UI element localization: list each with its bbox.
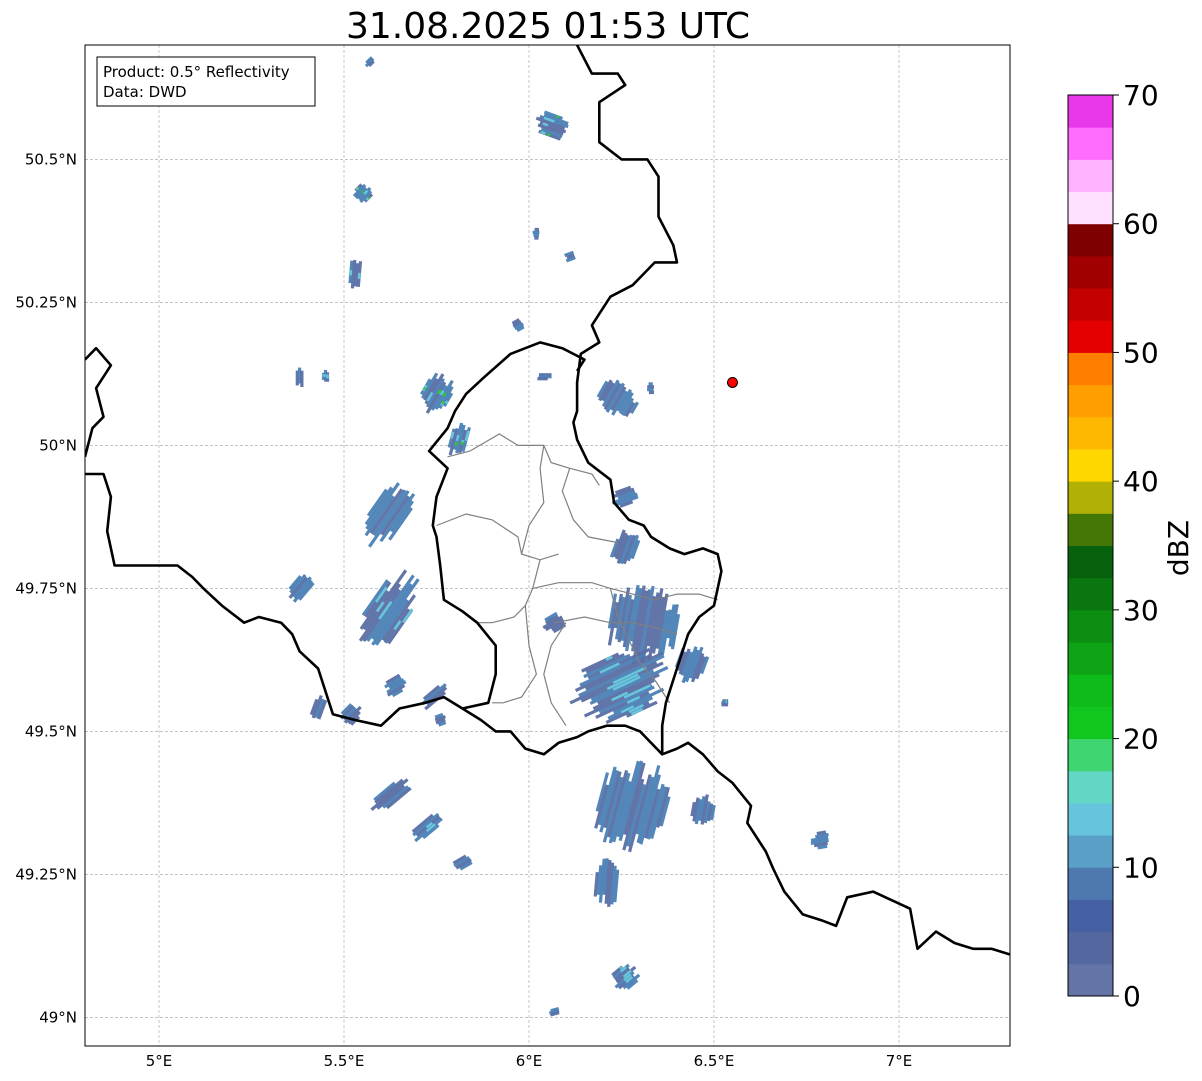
colorbar-tick-label: 70 (1123, 79, 1159, 112)
info-product: Product: 0.5° Reflectivity (103, 63, 290, 81)
colorbar: 0 10 20 30 40 50 60 70 dBZ (1067, 79, 1195, 1013)
colorbar-bin (1068, 738, 1113, 772)
map-title: 31.08.2025 01:53 UTC (346, 6, 750, 47)
colorbar-tick-label: 0 (1123, 980, 1141, 1013)
colorbar-bin (1068, 159, 1113, 193)
colorbar-bin (1068, 577, 1113, 611)
colorbar-bin (1068, 448, 1113, 482)
colorbar-bin (1068, 127, 1113, 160)
lat-tick-label: 49°N (39, 1008, 77, 1026)
colorbar-tick-label: 40 (1123, 465, 1159, 498)
colorbar-bin (1068, 481, 1113, 514)
colorbar-bin (1068, 223, 1113, 257)
info-data-source: Data: DWD (103, 83, 187, 101)
lat-tick-label: 49.5°N (25, 722, 77, 740)
colorbar-tick-label: 10 (1123, 851, 1159, 884)
colorbar-bin (1068, 416, 1113, 450)
colorbar-bin (1068, 770, 1113, 804)
colorbar-bin (1068, 384, 1113, 418)
colorbar-bin (1068, 706, 1113, 740)
colorbar-bin (1068, 320, 1113, 353)
info-box: Product: 0.5° Reflectivity Data: DWD (96, 56, 316, 107)
colorbar-bin (1068, 352, 1113, 386)
colorbar-bin (1068, 255, 1113, 289)
lon-tick-labels: 5°E 5.5°E 6°E 6.5°E 7°E (146, 1052, 913, 1070)
colorbar-bin (1068, 899, 1113, 933)
colorbar-bin (1068, 835, 1113, 868)
radar-site-marker (727, 376, 738, 388)
lat-tick-labels: 49°N 49.25°N 49.5°N 49.75°N 50°N 50.25°N 50.5°… (15, 150, 77, 1026)
lat-tick-label: 50.5°N (25, 150, 77, 168)
colorbar-bin (1068, 802, 1113, 836)
map-background (85, 45, 1010, 1046)
lon-tick-label: 6.5°E (694, 1052, 735, 1070)
colorbar-bin (1068, 513, 1113, 546)
lat-tick-label: 50°N (39, 436, 77, 454)
lon-tick-label: 6°E (516, 1052, 543, 1070)
lat-tick-label: 49.25°N (15, 865, 77, 883)
colorbar-tick-label: 30 (1123, 594, 1159, 627)
colorbar-bin (1068, 95, 1113, 128)
colorbar-bin (1068, 867, 1113, 900)
lon-tick-label: 5°E (146, 1052, 173, 1070)
colorbar-bins (1068, 95, 1113, 997)
lat-tick-label: 49.75°N (15, 579, 77, 597)
map-panel: 5°E 5.5°E 6°E 6.5°E 7°E 49°N 49.25°N 49.5°N 49.… (15, 44, 1011, 1070)
colorbar-bin (1068, 609, 1113, 643)
radar-figure: 31.08.2025 01:53 UTC 5°E 5.5°E 6°E 6.5°E 7°E… (15, 6, 1195, 1070)
lon-tick-label: 7°E (886, 1052, 913, 1070)
lat-tick-label: 50.25°N (15, 293, 77, 311)
colorbar-bin (1068, 931, 1113, 965)
colorbar-bin (1068, 191, 1113, 225)
colorbar-tick-label: 50 (1123, 336, 1159, 369)
colorbar-bin (1068, 963, 1113, 997)
colorbar-bin (1068, 674, 1113, 707)
colorbar-tick-label: 20 (1123, 723, 1159, 756)
colorbar-bin (1068, 642, 1113, 675)
colorbar-tick-label: 60 (1123, 208, 1159, 241)
colorbar-bin (1068, 288, 1113, 321)
colorbar-bin (1068, 545, 1113, 579)
lon-tick-label: 5.5°E (324, 1052, 365, 1070)
colorbar-label: dBZ (1162, 520, 1195, 576)
colorbar-ticks: 0 10 20 30 40 50 60 70 (1113, 79, 1159, 1013)
